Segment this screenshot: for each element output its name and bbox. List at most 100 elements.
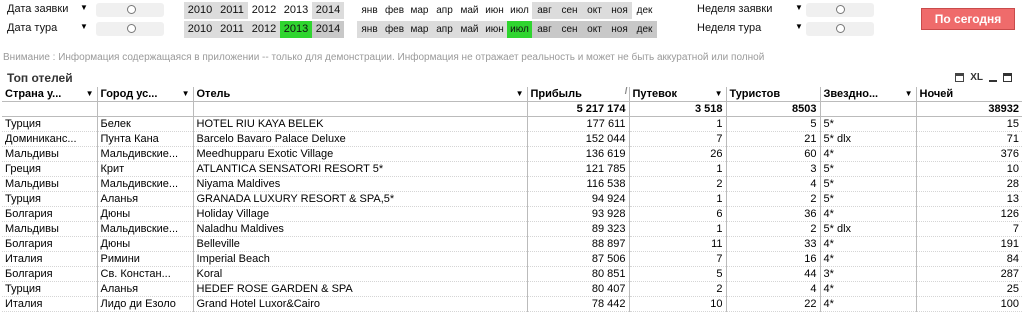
table-row[interactable]: Греция Крит ATLANTICA SENSATORI RESORT 5* 1… xyxy=(2,161,1022,177)
table-row[interactable]: Италия Римини Imperial Beach 87 506 7 16 4* 84 xyxy=(2,251,1022,267)
order-year-option-4[interactable]: 2014 xyxy=(312,2,344,19)
slider-knob[interactable] xyxy=(836,5,845,14)
table-cell: 2 xyxy=(628,176,726,192)
export-excel-button[interactable]: XL xyxy=(970,72,983,83)
table-cell: 5* dlx xyxy=(819,131,916,147)
table-cell: 78 442 xyxy=(526,296,629,312)
column-header-label: Ночей xyxy=(919,88,954,100)
tour-year-option-3[interactable]: 2013 xyxy=(280,21,312,38)
order-week-slider[interactable] xyxy=(806,3,874,17)
order-week-dropdown-icon[interactable]: ▼ xyxy=(795,3,803,12)
table-row[interactable]: Турция Аланья GRANADA LUXURY RESORT & SPA,… xyxy=(2,191,1022,207)
tour-month-option-4[interactable]: май xyxy=(457,21,482,38)
tour-week-dropdown-icon[interactable]: ▼ xyxy=(795,22,803,31)
tour-year-option-1[interactable]: 2011 xyxy=(216,21,248,38)
today-button[interactable]: По сегодня xyxy=(921,8,1015,30)
table-cell: 116 538 xyxy=(526,176,629,192)
column-header[interactable]: Ночей xyxy=(915,87,1022,102)
order-month-option-9[interactable]: окт xyxy=(582,2,607,19)
column-dropdown-icon[interactable]: ▼ xyxy=(715,87,723,101)
column-header[interactable]: Страна у... ▼ xyxy=(2,87,97,102)
slider-knob[interactable] xyxy=(127,24,136,33)
column-header[interactable]: Город ус... ▼ xyxy=(96,87,193,102)
order-year-option-3[interactable]: 2013 xyxy=(280,2,312,19)
order-month-option-10[interactable]: ноя xyxy=(607,2,632,19)
column-dropdown-icon[interactable]: ▼ xyxy=(86,87,94,101)
table-cell: Мальдивские... xyxy=(96,146,193,162)
table-cell: 177 611 xyxy=(526,116,629,132)
table-cell: Мальдивские... xyxy=(96,176,193,192)
table-row[interactable]: Италия Лидо ди Езоло Grand Hotel Luxor&Cai… xyxy=(2,296,1022,312)
order-year-option-1[interactable]: 2011 xyxy=(216,2,248,19)
table-row[interactable]: Болгария Св. Констан... Koral 80 851 5 44 3* 28… xyxy=(2,266,1022,282)
order-month-option-1[interactable]: фев xyxy=(382,2,407,19)
table-cell: 88 897 xyxy=(526,236,629,252)
tour-week-slider[interactable] xyxy=(806,22,874,36)
column-header[interactable]: Звездно... ▼ xyxy=(819,87,916,102)
column-dropdown-icon[interactable]: ▼ xyxy=(516,87,524,101)
print-icon[interactable] xyxy=(955,73,965,82)
slider-knob[interactable] xyxy=(127,5,136,14)
table-row[interactable]: Болгария Дюны Belleville 88 897 11 33 4* 191 xyxy=(2,236,1022,252)
maximize-icon[interactable] xyxy=(1003,73,1012,82)
table-cell: 7 xyxy=(628,131,726,147)
total-cell: 38932 xyxy=(915,101,1022,117)
column-header[interactable]: Прибыль / xyxy=(526,87,629,102)
order-date-dropdown-icon[interactable]: ▼ xyxy=(80,3,88,12)
table-cell: 5* xyxy=(819,116,916,132)
tour-month-option-3[interactable]: апр xyxy=(432,21,457,38)
order-year-option-2[interactable]: 2012 xyxy=(248,2,280,19)
table-row[interactable]: Турция Белек HOTEL RIU KAYA BELEK 177 611 1 5… xyxy=(2,116,1022,132)
column-header[interactable]: Отель ▼ xyxy=(192,87,527,102)
tour-date-slider[interactable] xyxy=(96,22,164,36)
table-cell: 4* xyxy=(819,281,916,297)
totals-row: 5 217 174 3 518 8503 38932 xyxy=(2,101,1022,117)
tour-year-option-0[interactable]: 2010 xyxy=(184,21,216,38)
table-row[interactable]: Турция Аланья HEDEF ROSE GARDEN & SPA 80 40… xyxy=(2,281,1022,297)
order-date-slider[interactable] xyxy=(96,3,164,17)
order-month-option-8[interactable]: сен xyxy=(557,2,582,19)
table-cell: 287 xyxy=(915,266,1022,282)
order-year-option-0[interactable]: 2010 xyxy=(184,2,216,19)
minimize-icon[interactable] xyxy=(989,79,997,82)
order-month-option-5[interactable]: июн xyxy=(482,2,507,19)
column-dropdown-icon[interactable]: ▼ xyxy=(905,87,913,101)
table-cell: 7 xyxy=(628,251,726,267)
table-row[interactable]: Мальдивы Мальдивские... Naladhu Maldives 89… xyxy=(2,221,1022,237)
order-month-option-0[interactable]: янв xyxy=(357,2,382,19)
column-header[interactable]: Путевок ▼ xyxy=(628,87,726,102)
table-cell: 36 xyxy=(725,206,820,222)
column-dropdown-icon[interactable]: ▼ xyxy=(182,87,190,101)
table-cell: 5* xyxy=(819,191,916,207)
tour-month-option-0[interactable]: янв xyxy=(357,21,382,38)
tour-month-option-5[interactable]: июн xyxy=(482,21,507,38)
table-cell: 1 xyxy=(628,161,726,177)
tour-month-option-1[interactable]: фев xyxy=(382,21,407,38)
tour-month-option-10[interactable]: ноя xyxy=(607,21,632,38)
order-month-option-4[interactable]: май xyxy=(457,2,482,19)
table-cell: Болгария xyxy=(2,236,97,252)
tour-year-selector: 2010 2011 2012 2013 2014 xyxy=(184,21,344,38)
tour-month-option-9[interactable]: окт xyxy=(582,21,607,38)
tour-month-option-11[interactable]: дек xyxy=(632,21,657,38)
column-header-label: Туристов xyxy=(729,88,781,100)
tour-month-option-7[interactable]: авг xyxy=(532,21,557,38)
order-month-option-7[interactable]: авг xyxy=(532,2,557,19)
table-cell: 2 xyxy=(725,191,820,207)
table-row[interactable]: Мальдивы Мальдивские... Meedhupparu Exotic… xyxy=(2,146,1022,162)
order-month-option-3[interactable]: апр xyxy=(432,2,457,19)
table-row[interactable]: Мальдивы Мальдивские... Niyama Maldives 116… xyxy=(2,176,1022,192)
tour-month-option-6[interactable]: июл xyxy=(507,21,532,38)
order-month-option-2[interactable]: мар xyxy=(407,2,432,19)
slider-knob[interactable] xyxy=(836,24,845,33)
tour-date-dropdown-icon[interactable]: ▼ xyxy=(80,22,88,31)
tour-month-option-8[interactable]: сен xyxy=(557,21,582,38)
table-row[interactable]: Доминиканс... Пунта Кана Barcelo Bavaro Pa… xyxy=(2,131,1022,147)
order-month-option-11[interactable]: дек xyxy=(632,2,657,19)
tour-year-option-2[interactable]: 2012 xyxy=(248,21,280,38)
tour-month-option-2[interactable]: мар xyxy=(407,21,432,38)
tour-year-option-4[interactable]: 2014 xyxy=(312,21,344,38)
order-month-option-6[interactable]: июл xyxy=(507,2,532,19)
table-row[interactable]: Болгария Дюны Holiday Village 93 928 6 36 4* 12… xyxy=(2,206,1022,222)
column-header[interactable]: Туристов xyxy=(725,87,820,102)
